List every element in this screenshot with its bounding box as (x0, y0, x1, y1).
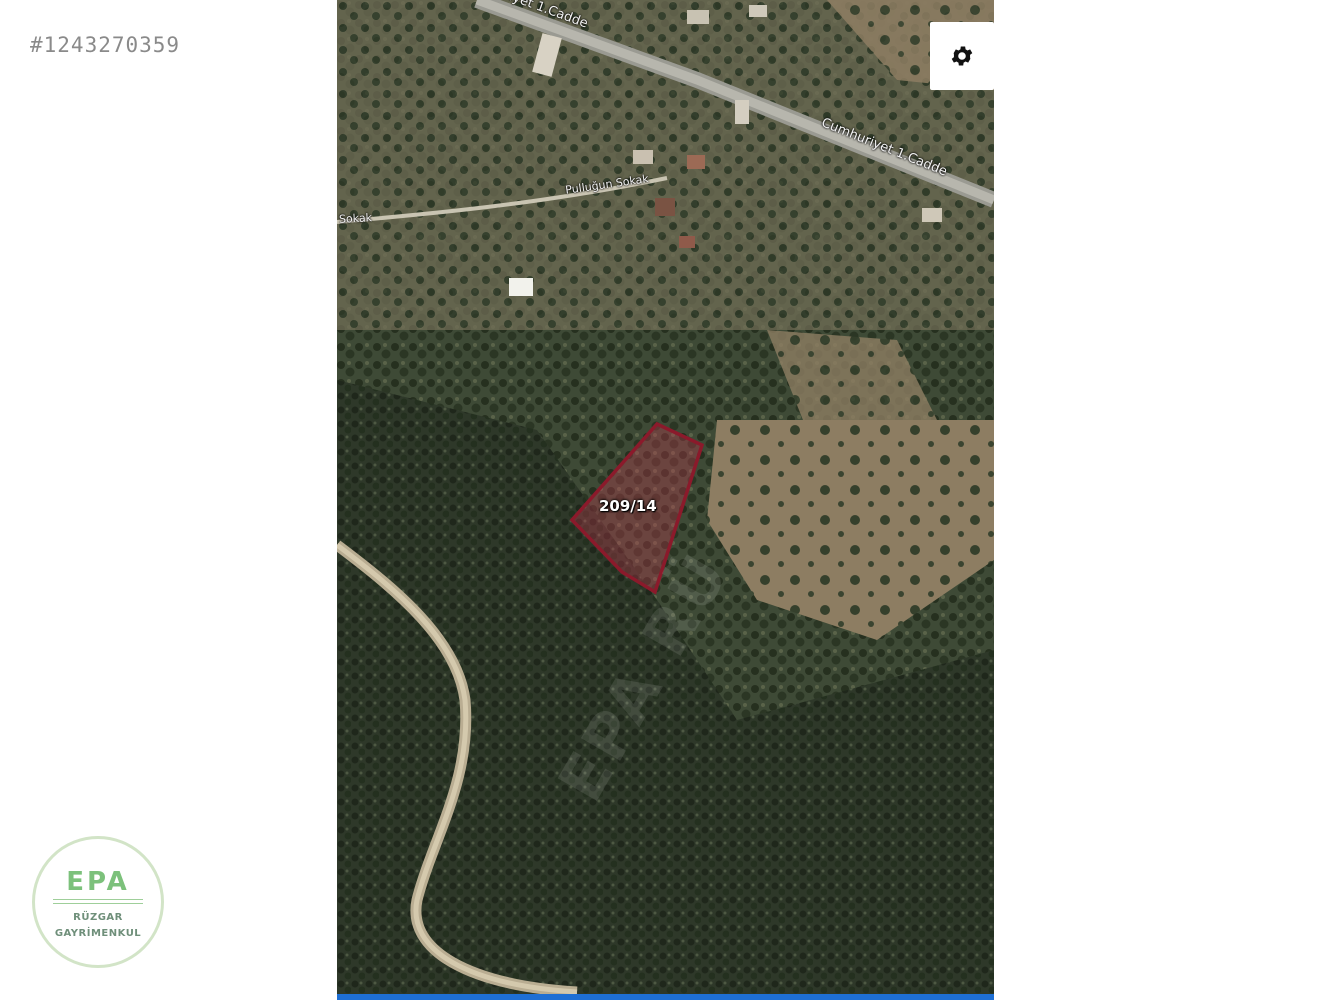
road-label-sokak: Sokak (338, 211, 373, 226)
logo-line-1: RÜZGAR (73, 912, 123, 923)
parcel-label[interactable]: 209/14 (599, 497, 657, 515)
listing-id: #1243270359 (30, 33, 181, 57)
satellite-map[interactable]: Cumhuriyet 1.Cadde Cumhuriyet 1.Cadde Pu… (337, 0, 994, 1000)
logo-line-2: GAYRİMENKUL (54, 928, 142, 939)
map-bottom-bar (337, 994, 994, 1000)
logo-divider (53, 899, 143, 904)
company-logo: EPA RÜZGAR GAYRİMENKUL (32, 836, 164, 968)
settings-button[interactable] (930, 22, 994, 90)
gear-icon (951, 46, 973, 66)
logo-brand: EPA (66, 867, 130, 897)
